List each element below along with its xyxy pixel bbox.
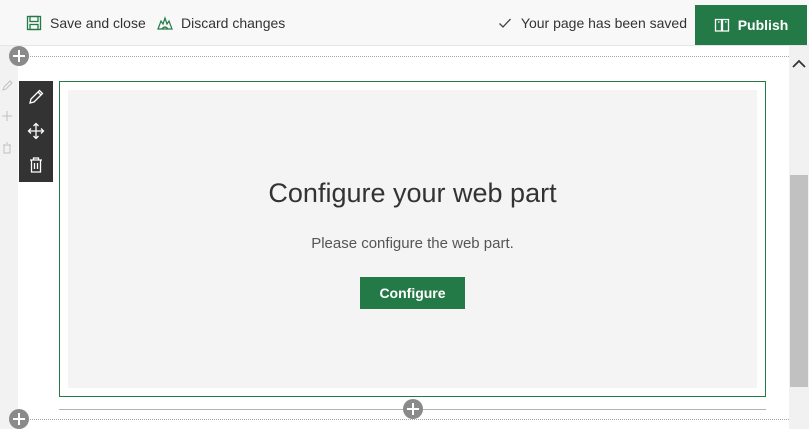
save-and-close-button[interactable]: Save and close	[26, 0, 146, 46]
save-icon	[26, 15, 42, 31]
configure-button[interactable]: Configure	[360, 277, 465, 309]
webpart-placeholder: Configure your web part Please configure…	[68, 90, 757, 388]
save-status-text: Your page has been saved	[520, 15, 687, 31]
move-icon	[2, 111, 12, 121]
add-section-button[interactable]	[9, 409, 29, 429]
publish-button[interactable]: Publish	[695, 5, 807, 45]
placeholder-title: Configure your web part	[268, 178, 557, 208]
section-boundary-bottom	[10, 419, 789, 420]
left-gutter	[0, 46, 18, 429]
publish-label: Publish	[737, 17, 789, 33]
add-webpart-button[interactable]	[403, 399, 423, 419]
chevron-up-icon[interactable]	[789, 56, 809, 72]
discard-icon	[157, 16, 173, 30]
move-icon[interactable]	[27, 122, 45, 140]
edit-icon	[2, 80, 13, 91]
discard-changes-label: Discard changes	[181, 15, 286, 31]
command-bar: Save and close Discard changes Your page…	[0, 0, 809, 46]
add-section-button[interactable]	[9, 46, 29, 66]
section-boundary-top	[10, 56, 789, 57]
scrollbar-thumb[interactable]	[790, 175, 808, 387]
book-icon	[714, 18, 729, 32]
save-status: Your page has been saved	[498, 0, 687, 46]
placeholder-description: Please configure the web part.	[311, 235, 514, 252]
edit-icon[interactable]	[27, 88, 45, 106]
delete-icon[interactable]	[27, 156, 45, 174]
discard-changes-button[interactable]: Discard changes	[157, 0, 285, 46]
save-and-close-label: Save and close	[50, 15, 146, 31]
checkmark-icon	[498, 18, 511, 28]
delete-icon	[3, 142, 11, 154]
scrollbar[interactable]	[789, 46, 809, 429]
webpart-toolbar	[19, 81, 53, 182]
webpart-container[interactable]: Configure your web part Please configure…	[59, 81, 766, 397]
